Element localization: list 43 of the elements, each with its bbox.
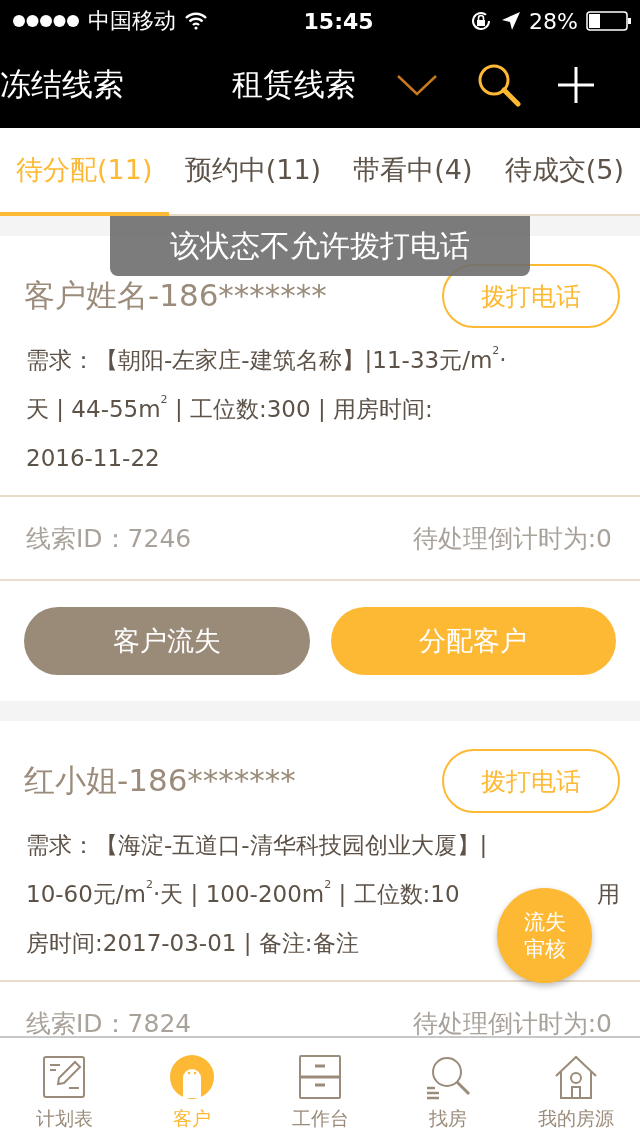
signal-icon (12, 14, 80, 28)
search-icon (425, 1054, 471, 1100)
wifi-icon (184, 12, 208, 30)
requirement-text: 天 | 44-55m$^{2}$ | 工位数:300 | 用房时间: (26, 392, 433, 424)
call-button[interactable]: 拨打电话 (442, 264, 620, 328)
drawer-icon (297, 1054, 343, 1100)
person-icon (169, 1054, 215, 1100)
frozen-leads-title[interactable]: 冻结线索 (0, 64, 232, 106)
bottom-tab[interactable]: 工作台 (256, 1038, 384, 1136)
notepad-pencil-icon (41, 1054, 87, 1100)
add-icon[interactable] (556, 65, 596, 105)
lost-button[interactable]: 客户流失 (24, 607, 310, 675)
bottom-tab[interactable]: 计划表 (0, 1038, 128, 1136)
bottom-tab[interactable]: 找房 (384, 1038, 512, 1136)
lead-id: 线索ID：7246 (26, 522, 192, 555)
battery-icon (586, 11, 632, 31)
battery-percent: 28% (529, 8, 578, 34)
search-icon[interactable] (476, 62, 522, 108)
call-button[interactable]: 拨打电话 (442, 749, 620, 813)
location-arrow-icon (501, 11, 522, 31)
status-tab[interactable]: 预约中(11) (168, 128, 338, 216)
bottom-tab[interactable]: 我的房源 (512, 1038, 640, 1136)
requirement-text: 10-60元/m$^{2}$·天 | 100-200m$^{2}$ | 工位数:10 (26, 877, 460, 909)
assign-button[interactable]: 分配客户 (330, 607, 616, 675)
house-icon (553, 1054, 599, 1100)
requirement-text: 房时间:2017-03-01 | 备注:备注 (26, 929, 359, 958)
customer-name: 客户姓名-186******* (24, 276, 327, 315)
countdown-text: 待处理倒计时为:0 (412, 522, 612, 555)
countdown-text: 待处理倒计时为:0 (412, 1007, 612, 1036)
requirement-text: 需求：【朝阳-左家庄-建筑名称】|11-33元/m$^{2}$· (26, 343, 507, 375)
clock-time: 15:45 (303, 8, 374, 34)
requirement-text: 用 (597, 880, 620, 909)
lead-id: 线索ID：7824 (26, 1007, 192, 1036)
carrier-name: 中国移动 (88, 7, 176, 35)
customer-name: 红小姐-186******* (24, 761, 296, 800)
requirement-text: 需求：【海淀-五道口-清华科技园创业大厦】| (26, 831, 488, 860)
requirement-text: 2016-11-22 (26, 444, 160, 473)
chevron-down-icon[interactable] (396, 73, 438, 97)
bottom-tab[interactable]: 客户 (128, 1038, 256, 1136)
status-tab[interactable]: 带看中(4) (337, 128, 489, 216)
toast-message: 该状态不允许拨打电话 (110, 216, 530, 276)
status-tab[interactable]: 待成交(5) (488, 128, 640, 216)
page-title[interactable]: 租赁线索 (232, 64, 356, 106)
